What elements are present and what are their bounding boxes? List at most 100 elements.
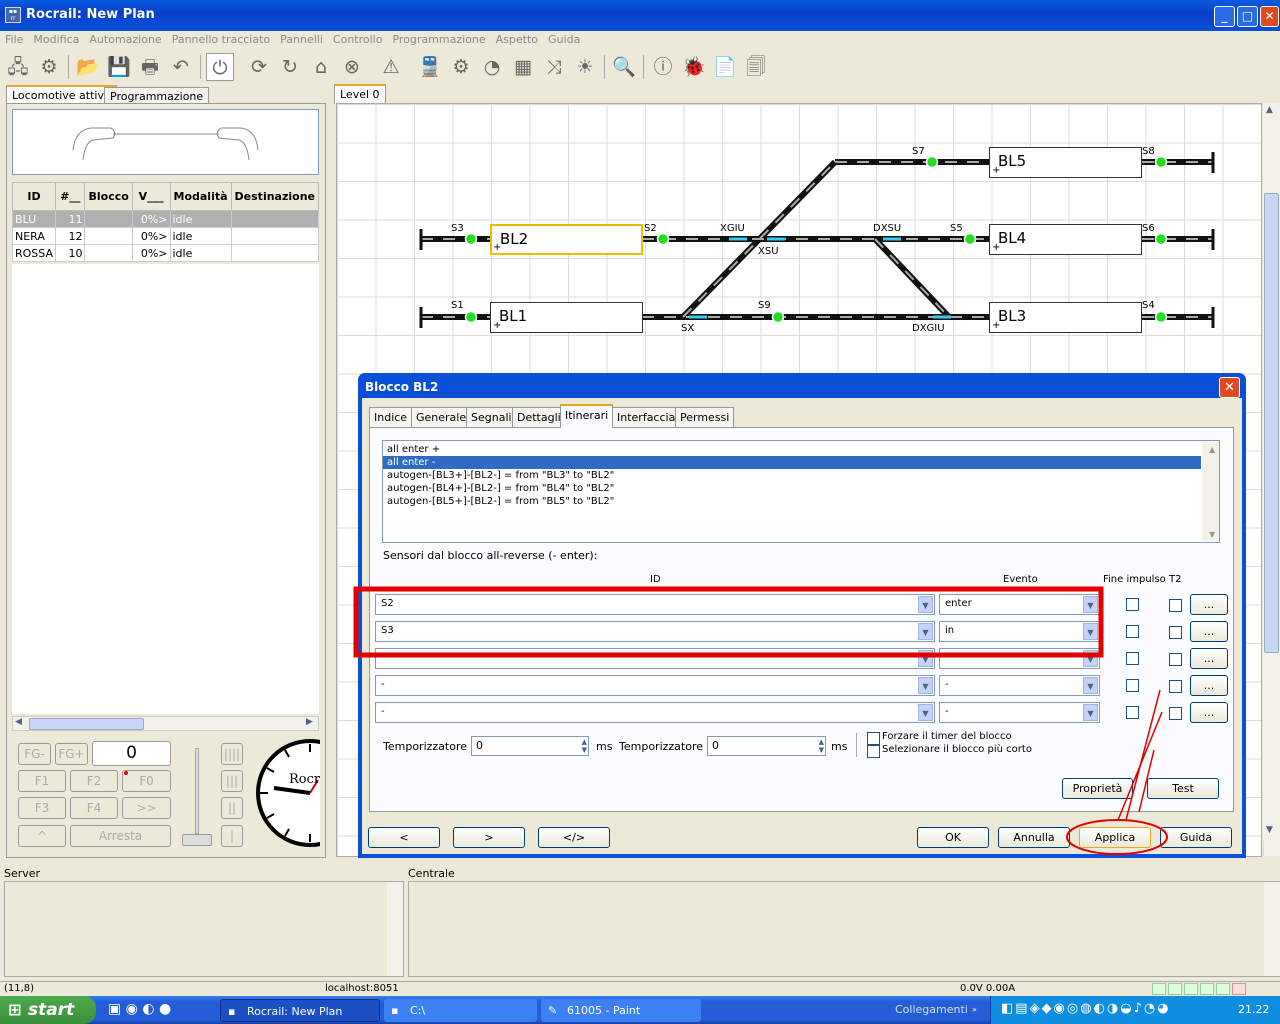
table-row[interactable]: NERA 12 0%> idle: [12, 227, 320, 245]
menu-automazione[interactable]: Automazione: [84, 31, 166, 48]
list-item[interactable]: all enter +: [383, 443, 1219, 456]
scroll-thumb[interactable]: [29, 718, 144, 730]
previous-button[interactable]: <: [368, 827, 440, 848]
light-icon[interactable]: ☀: [571, 53, 599, 81]
sensor-id-combo[interactable]: S3 ▼: [375, 621, 935, 642]
block-bl5[interactable]: BL5: [989, 147, 1142, 178]
block-bl2[interactable]: BL2: [490, 224, 643, 255]
power-icon[interactable]: ⏻: [206, 53, 234, 81]
loco-table-hscrollbar[interactable]: ◀ ▶: [12, 716, 319, 731]
cancel-icon[interactable]: ⊗: [338, 53, 366, 81]
step-button[interactable]: ||: [221, 797, 243, 819]
block-bl1[interactable]: BL1: [490, 302, 643, 333]
tab-itinerari[interactable]: Itinerari: [560, 404, 614, 428]
menu-controllo[interactable]: Controllo: [328, 31, 388, 48]
chevron-down-icon[interactable]: ▼: [918, 650, 933, 667]
f4-button[interactable]: F4: [70, 797, 118, 819]
close-button[interactable]: ✕: [1260, 6, 1279, 27]
warning-icon[interactable]: ⚠: [377, 53, 405, 81]
test-button[interactable]: Test: [1147, 778, 1219, 799]
save-icon[interactable]: 💾: [105, 53, 133, 81]
sensor-id-combo[interactable]: S2 ▼: [375, 594, 935, 615]
tab-indice[interactable]: Indice: [369, 407, 413, 427]
step-button[interactable]: |: [221, 825, 243, 847]
fine-impulso-checkbox[interactable]: [1126, 652, 1139, 665]
fine-impulso-checkbox[interactable]: [1126, 679, 1139, 692]
speedometer-icon[interactable]: ◔: [478, 53, 506, 81]
maximize-button[interactable]: □: [1237, 6, 1258, 27]
fine-impulso-checkbox[interactable]: [1126, 598, 1139, 611]
f0-button[interactable]: F0: [122, 770, 171, 792]
tab-interfaccia[interactable]: Interfaccia: [612, 407, 681, 427]
scroll-right-icon[interactable]: ▶: [306, 717, 313, 727]
col-mode[interactable]: Modalità: [169, 182, 232, 211]
scroll-up-icon[interactable]: ▲: [1266, 105, 1273, 115]
start-button[interactable]: ⊞ start: [0, 996, 96, 1024]
event-combo[interactable]: - ▼: [939, 648, 1100, 669]
chevron-down-icon[interactable]: ▼: [918, 596, 933, 613]
centrale-log[interactable]: [408, 881, 1280, 977]
routes-vscrollbar[interactable]: ▲ ▼: [1202, 442, 1219, 541]
links-toolbar[interactable]: Collegamenti: [895, 1003, 968, 1016]
table-row[interactable]: ROSSA 10 0%> idle: [12, 244, 320, 262]
train-icon[interactable]: 🚆: [416, 53, 444, 81]
task-paint[interactable]: ✎ 61005 - Paint: [541, 999, 701, 1022]
sensor-options-button[interactable]: ...: [1190, 675, 1228, 696]
block-bl3[interactable]: BL3: [989, 302, 1142, 333]
sensor-id-combo[interactable]: - ▼: [375, 675, 935, 696]
slider-thumb[interactable]: [182, 834, 212, 846]
sensor-id-combo[interactable]: - ▼: [375, 648, 935, 669]
chevron-down-icon[interactable]: ▼: [918, 677, 933, 694]
event-combo[interactable]: - ▼: [939, 675, 1100, 696]
scroll-down-icon[interactable]: ▼: [1266, 825, 1273, 835]
links-chevron-icon[interactable]: »: [972, 1005, 977, 1014]
tab-generale[interactable]: Generale: [411, 407, 472, 427]
refresh-icon[interactable]: ↻: [276, 53, 304, 81]
f2-button[interactable]: F2: [70, 770, 118, 792]
timer2-input[interactable]: 0 ▲ ▼: [707, 736, 826, 756]
chevron-down-icon[interactable]: ▼: [918, 623, 933, 640]
col-destination[interactable]: Destinazione: [230, 182, 320, 211]
tab-locomotive-attive[interactable]: Locomotive attive: [6, 85, 117, 104]
menu-pannelli[interactable]: Pannelli: [275, 31, 328, 48]
scroll-up-icon[interactable]: ▲: [1205, 443, 1215, 456]
print-icon[interactable]: 🖶: [136, 53, 164, 81]
loco-icon[interactable]: ⚙: [447, 53, 475, 81]
search-icon[interactable]: 🔍: [610, 53, 638, 81]
minimize-button[interactable]: _: [1214, 6, 1235, 27]
sensor-options-button[interactable]: ...: [1190, 621, 1228, 642]
open-folder-icon[interactable]: 📂: [74, 53, 102, 81]
sensor-id-combo[interactable]: - ▼: [375, 702, 935, 723]
scroll-left-icon[interactable]: ◀: [15, 717, 22, 727]
info-icon[interactable]: ⓘ: [649, 53, 677, 81]
xml-button[interactable]: </>: [538, 827, 610, 848]
menu-modifica[interactable]: Modifica: [28, 31, 84, 48]
document-icon[interactable]: 📄: [711, 53, 739, 81]
t2-checkbox[interactable]: [1169, 680, 1182, 693]
sensor-options-button[interactable]: ...: [1190, 702, 1228, 723]
list-item[interactable]: autogen-[BL3+]-[BL2-] = from "BL3" to "B…: [383, 469, 1219, 482]
sync-icon[interactable]: ⟳: [245, 53, 273, 81]
menu-programmazione[interactable]: Programmazione: [387, 31, 490, 48]
blocks-icon[interactable]: ▦: [509, 53, 537, 81]
help-button[interactable]: Guida: [1160, 827, 1232, 848]
event-combo[interactable]: enter ▼: [939, 594, 1100, 615]
chevron-down-icon[interactable]: ▼: [1083, 650, 1098, 667]
f1-button[interactable]: F1: [18, 770, 66, 792]
event-combo[interactable]: - ▼: [939, 702, 1100, 723]
properties-button[interactable]: Proprietà: [1062, 778, 1133, 799]
fine-impulso-checkbox[interactable]: [1126, 625, 1139, 638]
task-cmd[interactable]: ▪ C:\: [384, 999, 537, 1022]
col-id[interactable]: ID: [12, 182, 56, 211]
t2-checkbox[interactable]: [1169, 707, 1182, 720]
tray-icons[interactable]: ◧▤◈◆◉◎◍◐◑◒♪◔◕: [1001, 1001, 1171, 1016]
ok-button[interactable]: OK: [917, 827, 989, 848]
force-timer-checkbox[interactable]: [867, 732, 880, 745]
log-vscrollbar[interactable]: [387, 882, 403, 976]
list-item[interactable]: autogen-[BL5+]-[BL2-] = from "BL5" to "B…: [383, 495, 1219, 508]
chevron-down-icon[interactable]: ▼: [1083, 677, 1098, 694]
shuffle-icon[interactable]: ⤨: [540, 53, 568, 81]
menu-file[interactable]: File: [0, 31, 28, 48]
connect-icon[interactable]: 🖧: [4, 53, 32, 81]
server-log[interactable]: [4, 881, 404, 977]
